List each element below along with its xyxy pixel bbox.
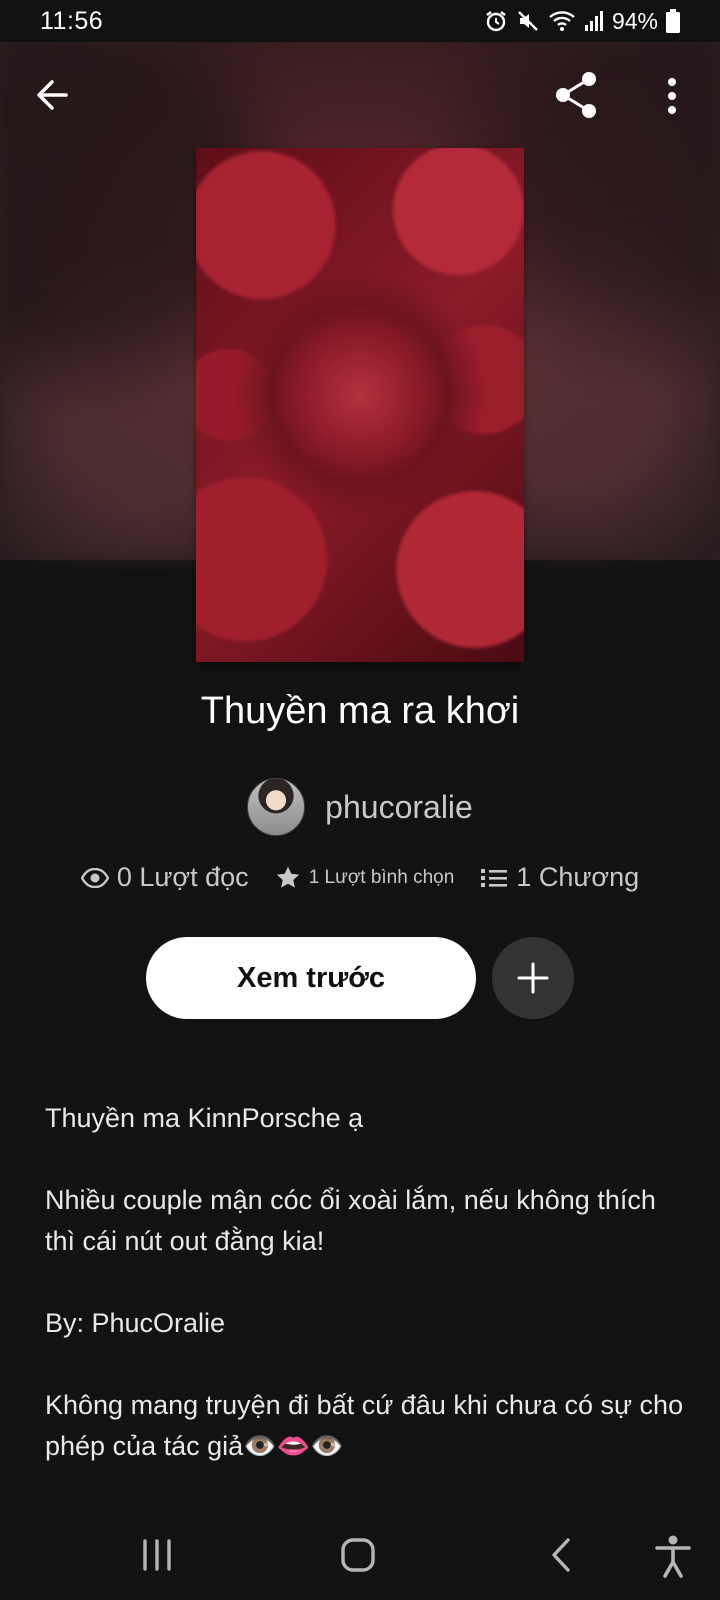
back-button[interactable]	[30, 72, 76, 118]
book-stats: 0 Lượt đọc 1 Lượt bình chọn 1 Chương	[0, 862, 720, 893]
author-name[interactable]: phucoralie	[325, 789, 473, 826]
plus-icon	[517, 962, 549, 994]
list-icon	[481, 868, 508, 887]
status-bar: 11:56 94%	[0, 0, 720, 42]
book-actions: Xem trước	[146, 937, 576, 1019]
description-paragraph: Không mang truyện đi bất cứ đâu khi chưa…	[45, 1390, 684, 1461]
author-avatar[interactable]	[247, 778, 306, 836]
reads-stat: 0 Lượt đọc	[80, 862, 249, 893]
signal-icon	[584, 10, 604, 32]
votes-stat: 1 Lượt bình chọn	[275, 865, 455, 891]
star-icon	[276, 866, 299, 888]
chevron-left-icon	[552, 1538, 570, 1572]
votes-count: 1 Lượt bình chọn	[308, 866, 455, 888]
share-icon	[556, 72, 596, 118]
share-button[interactable]	[552, 70, 602, 120]
wifi-icon	[548, 9, 576, 33]
add-to-library-button[interactable]	[492, 937, 574, 1019]
alarm-icon	[484, 9, 508, 33]
recent-apps-button[interactable]	[140, 1538, 174, 1577]
book-title: Thuyền ma ra khơi	[200, 690, 520, 732]
author-row[interactable]: phucoralie	[0, 778, 720, 836]
chapters-stat: 1 Chương	[480, 862, 639, 893]
arrow-left-icon	[37, 80, 68, 110]
reads-count: 0 Lượt đọc	[116, 862, 249, 892]
system-back-button[interactable]	[548, 1537, 576, 1578]
home-button[interactable]	[340, 1537, 376, 1578]
mute-icon	[516, 9, 540, 33]
book-cover-image[interactable]	[196, 148, 524, 662]
preview-button[interactable]: Xem trước	[146, 937, 476, 1019]
accessibility-icon	[655, 1535, 691, 1578]
system-navigation-bar	[0, 1510, 720, 1600]
description-paragraph: Nhiều couple mận cóc ổi xoài lắm, nếu kh…	[45, 1185, 656, 1256]
eye-icon	[80, 867, 109, 888]
chapters-count: 1 Chương	[516, 862, 640, 892]
battery-icon	[666, 9, 680, 33]
battery-percent: 94%	[611, 7, 658, 34]
more-vertical-icon	[668, 78, 676, 114]
description-paragraph: By: PhucOralie	[45, 1308, 226, 1338]
recent-apps-icon	[143, 1539, 171, 1571]
description-paragraph: Thuyền ma KinnPorsche ạ	[45, 1103, 364, 1133]
status-icons: 94%	[484, 8, 680, 35]
book-description: Thuyền ma KinnPorsche ạ Nhiều couple mận…	[45, 1098, 685, 1508]
status-time: 11:56	[40, 6, 104, 35]
home-icon	[341, 1538, 375, 1572]
more-options-button[interactable]	[657, 74, 687, 118]
accessibility-button[interactable]	[653, 1534, 693, 1583]
